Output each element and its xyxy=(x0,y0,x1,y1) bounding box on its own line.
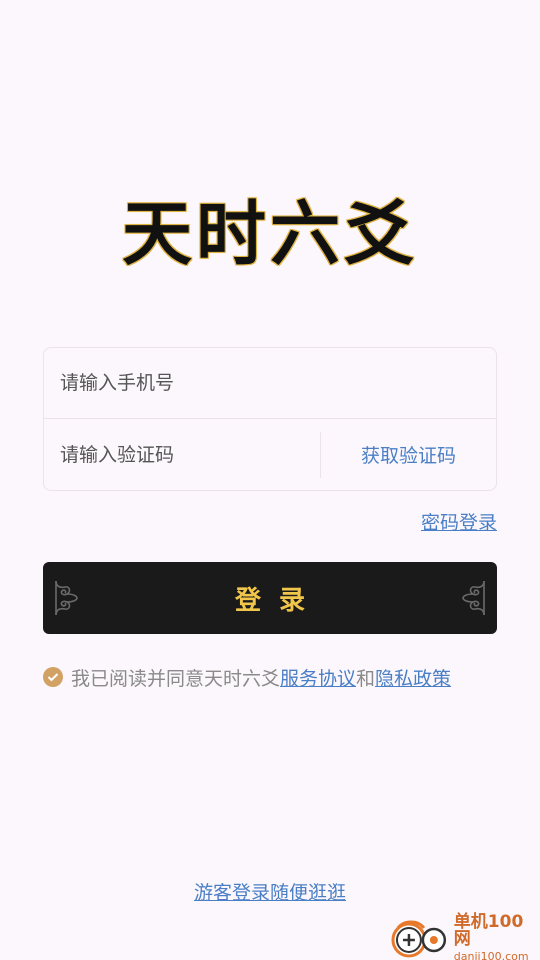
login-button-label: 登录 xyxy=(234,584,323,615)
login-form: 获取验证码 xyxy=(43,347,497,491)
watermark-url: danji100.com xyxy=(453,950,529,960)
guest-login-link[interactable]: 游客登录随便逛逛 xyxy=(194,882,346,904)
agreement-checkbox-icon[interactable] xyxy=(43,667,63,687)
login-button[interactable]: 登录 xyxy=(43,562,497,634)
password-login-link[interactable]: 密码登录 xyxy=(421,508,497,535)
watermark: 单机100网 danji100.com xyxy=(390,914,540,960)
verification-code-input[interactable] xyxy=(44,419,320,490)
watermark-name: 单机100网 xyxy=(453,912,524,949)
cloud-ornament-icon xyxy=(462,580,485,616)
privacy-policy-link[interactable]: 隐私政策 xyxy=(375,664,451,691)
phone-input[interactable] xyxy=(44,348,496,418)
guest-login-row: 游客登录随便逛逛 xyxy=(0,878,540,905)
code-row: 获取验证码 xyxy=(44,419,496,490)
get-code-button[interactable]: 获取验证码 xyxy=(321,441,496,468)
agreement-text: 我已阅读并同意天时六爻 xyxy=(71,667,281,690)
login-screen: 天时六爻 获取验证码 密码登录 登录 我已阅读并同意天时六爻 xyxy=(0,0,540,960)
cloud-ornament-icon xyxy=(55,580,78,616)
app-title: 天时六爻 xyxy=(122,192,418,275)
watermark-text: 单机100网 danji100.com xyxy=(454,914,540,960)
agreement-conjunction: 和 xyxy=(356,667,376,690)
phone-row xyxy=(44,348,496,419)
agreement-row: 我已阅读并同意天时六爻 服务协议 和 隐私政策 xyxy=(43,664,451,690)
watermark-logo-icon xyxy=(391,920,447,958)
service-agreement-link[interactable]: 服务协议 xyxy=(280,664,356,691)
